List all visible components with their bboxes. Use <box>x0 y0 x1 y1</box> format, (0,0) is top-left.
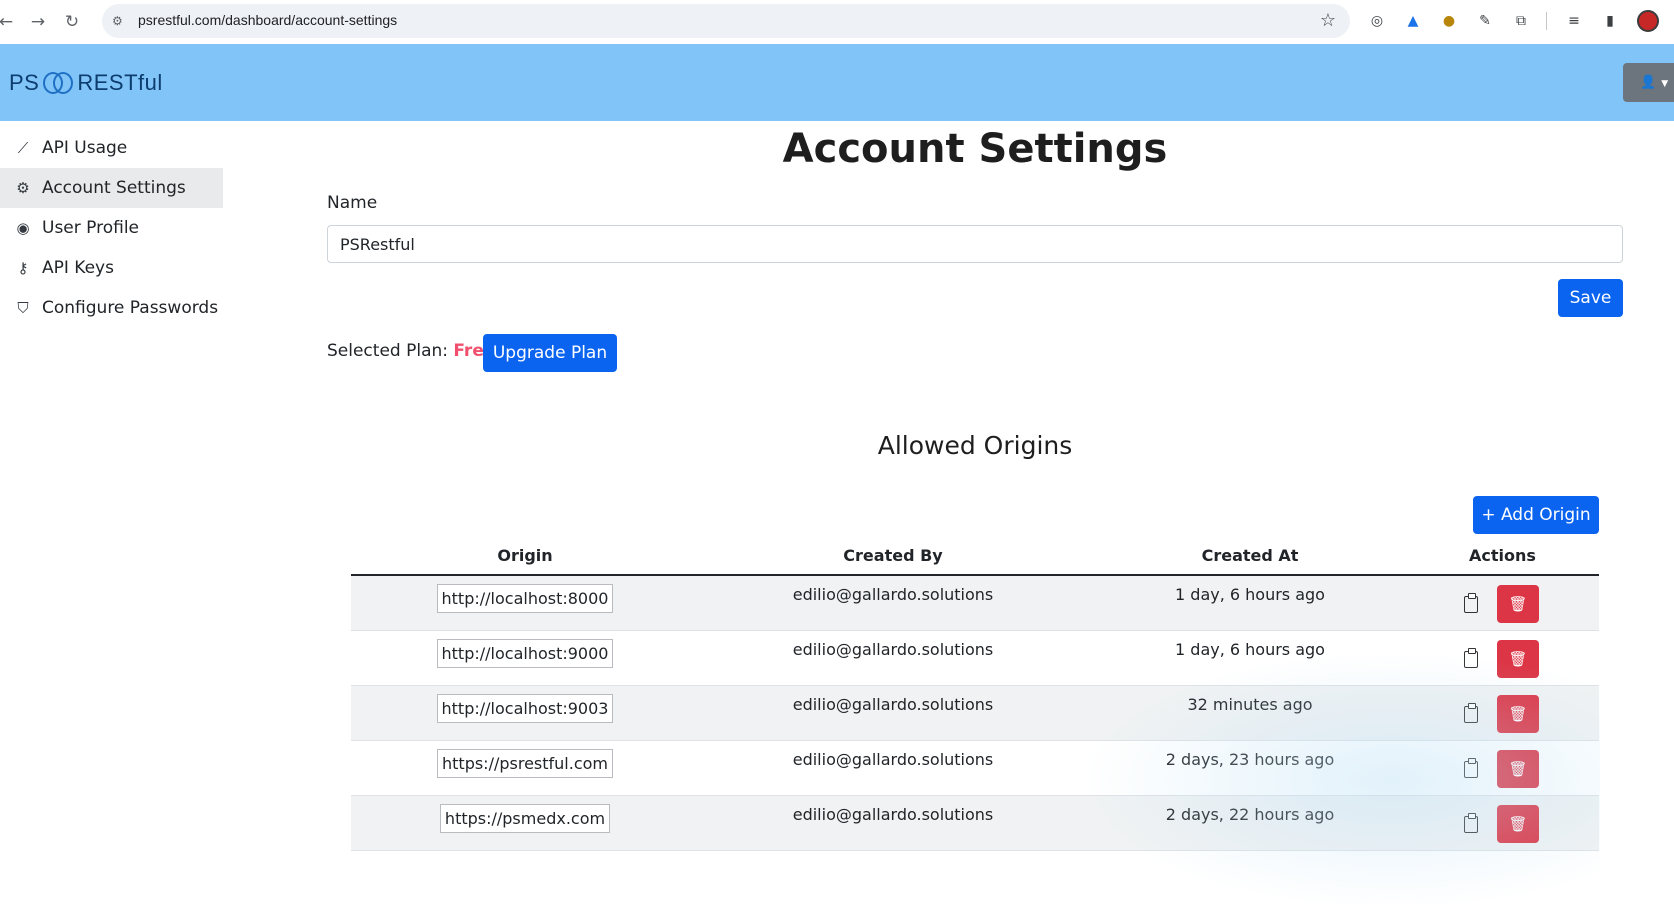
sidebar: ⟋ API Usage ⚙ Account Settings ◉ User Pr… <box>0 128 223 328</box>
logo-rings-icon <box>41 71 75 95</box>
logo[interactable]: PS RESTful <box>9 70 163 96</box>
origin-value[interactable]: http://localhost:8000 <box>436 584 614 613</box>
delete-button[interactable]: 🗑 <box>1497 640 1539 678</box>
sidebar-item-label: User Profile <box>42 218 140 238</box>
created-at-cell: 32 minutes ago <box>1187 695 1313 714</box>
created-by-cell: edilio@gallardo.solutions <box>792 640 994 659</box>
upgrade-plan-button[interactable]: Upgrade Plan <box>483 334 617 372</box>
trash-icon: 🗑 <box>1508 705 1528 723</box>
reload-icon[interactable]: ↻ <box>60 10 84 34</box>
created-by-cell: edilio@gallardo.solutions <box>792 805 994 824</box>
delete-button[interactable]: 🗑 <box>1497 805 1539 843</box>
plan-label: Selected Plan: <box>327 341 448 361</box>
created-at-cell: 2 days, 22 hours ago <box>1165 805 1335 824</box>
created-by-cell: edilio@gallardo.solutions <box>792 750 994 769</box>
table-body: http://localhost:8000 edilio@gallardo.so… <box>351 576 1599 851</box>
shield-icon: ⛉ <box>17 299 29 317</box>
app-header: PS RESTful <box>0 44 1674 121</box>
name-label: Name <box>327 193 378 213</box>
sidebar-item-api-usage[interactable]: ⟋ API Usage <box>0 128 223 168</box>
logo-text-right: RESTful <box>77 70 163 95</box>
trash-icon: 🗑 <box>1508 760 1528 778</box>
origin-value[interactable]: https://psmedx.com <box>439 804 611 833</box>
sidebar-item-account-settings[interactable]: ⚙ Account Settings <box>0 168 223 208</box>
user-icon: 👤 <box>1640 75 1657 90</box>
trash-icon: 🗑 <box>1508 595 1528 613</box>
back-icon[interactable]: ← <box>0 10 18 34</box>
clipboard-icon[interactable] <box>1464 813 1478 833</box>
allowed-origins-title: Allowed Origins <box>877 431 1073 460</box>
clipboard-icon[interactable] <box>1464 703 1478 723</box>
created-at-cell: 1 day, 6 hours ago <box>1175 640 1325 659</box>
column-header-origin: Origin <box>497 545 553 565</box>
media-controls-icon[interactable]: ≡ <box>1564 11 1584 31</box>
origin-value[interactable]: http://localhost:9000 <box>436 639 614 668</box>
delete-button[interactable]: 🗑 <box>1497 695 1539 733</box>
clipboard-icon[interactable] <box>1464 648 1478 668</box>
browser-profile-avatar[interactable] <box>1637 10 1659 32</box>
bookmark-star-icon[interactable]: ☆ <box>1320 10 1336 31</box>
selected-plan: Selected Plan: Free <box>327 341 495 361</box>
name-input[interactable] <box>327 225 1623 263</box>
sidebar-item-label: Account Settings <box>42 178 186 198</box>
table-row: http://localhost:9000 edilio@gallardo.so… <box>351 631 1599 686</box>
origin-value[interactable]: https://psrestful.com <box>437 749 613 778</box>
toolbar-divider <box>1546 12 1547 30</box>
table-header: Origin Created By Created At Actions <box>351 536 1599 576</box>
gear-icon: ⚙ <box>16 179 30 197</box>
created-by-cell: edilio@gallardo.solutions <box>792 695 994 714</box>
table-row: https://psrestful.com edilio@gallardo.so… <box>351 741 1599 796</box>
page-title: Account Settings <box>782 126 1168 172</box>
sidebar-item-user-profile[interactable]: ◉ User Profile <box>0 208 223 248</box>
clipboard-icon[interactable] <box>1464 758 1478 778</box>
extensions-puzzle-icon[interactable]: ⧉ <box>1511 11 1531 31</box>
column-header-created-by: Created By <box>843 545 943 565</box>
created-by-cell: edilio@gallardo.solutions <box>792 585 994 604</box>
logo-text-left: PS <box>9 70 40 95</box>
forward-icon[interactable]: → <box>26 10 50 34</box>
extension-cookie-icon[interactable]: ● <box>1439 11 1459 31</box>
address-bar[interactable]: ⚙ psrestful.com/dashboard/account-settin… <box>102 4 1350 38</box>
sidebar-item-api-keys[interactable]: ⚷ API Keys <box>0 248 223 288</box>
column-header-actions: Actions <box>1469 545 1536 565</box>
origin-value[interactable]: http://localhost:9003 <box>436 694 614 723</box>
created-at-cell: 2 days, 23 hours ago <box>1165 750 1335 769</box>
user-menu-button[interactable]: 👤 ▼ <box>1623 63 1674 102</box>
extension-icon[interactable]: ◎ <box>1367 11 1387 31</box>
clipboard-icon[interactable] <box>1464 593 1478 613</box>
table-row: https://psmedx.com edilio@gallardo.solut… <box>351 796 1599 851</box>
key-icon: ⚷ <box>17 259 29 277</box>
save-button[interactable]: Save <box>1558 279 1623 317</box>
user-circle-icon: ◉ <box>16 219 30 237</box>
chevron-down-icon: ▼ <box>1661 79 1669 89</box>
browser-toolbar: ← → ↻ ⚙ psrestful.com/dashboard/account-… <box>0 0 1674 44</box>
table-row: http://localhost:9003 edilio@gallardo.so… <box>351 686 1599 741</box>
trash-icon: 🗑 <box>1508 815 1528 833</box>
column-header-created-at: Created At <box>1201 545 1299 565</box>
extension-chart-icon[interactable]: ▲ <box>1403 11 1423 31</box>
extension-pen-icon[interactable]: ✎ <box>1475 11 1495 31</box>
sidebar-item-configure-passwords[interactable]: ⛉ Configure Passwords <box>0 288 223 328</box>
trash-icon: 🗑 <box>1508 650 1528 668</box>
sidebar-item-label: API Keys <box>42 258 114 278</box>
chart-line-icon: ⟋ <box>17 139 29 157</box>
table-row: http://localhost:8000 edilio@gallardo.so… <box>351 576 1599 631</box>
origins-table: Origin Created By Created At Actions htt… <box>351 536 1599 851</box>
sidebar-item-label: API Usage <box>42 138 128 158</box>
side-panel-icon[interactable]: ▮ <box>1600 11 1620 31</box>
sidebar-item-label: Configure Passwords <box>42 298 219 318</box>
delete-button[interactable]: 🗑 <box>1497 585 1539 623</box>
created-at-cell: 1 day, 6 hours ago <box>1175 585 1325 604</box>
add-origin-button[interactable]: + Add Origin <box>1473 496 1599 534</box>
delete-button[interactable]: 🗑 <box>1497 750 1539 788</box>
url-text[interactable]: psrestful.com/dashboard/account-settings <box>138 12 397 28</box>
site-info-icon[interactable]: ⚙ <box>112 13 128 29</box>
